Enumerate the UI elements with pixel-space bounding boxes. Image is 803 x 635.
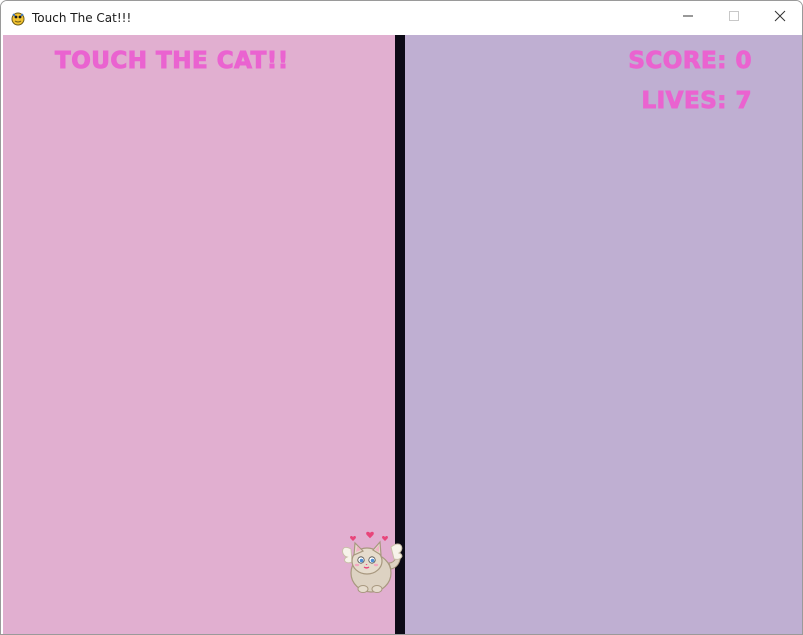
lives-value: 7 bbox=[735, 88, 752, 115]
close-button[interactable] bbox=[757, 1, 802, 34]
maximize-icon bbox=[728, 9, 740, 27]
right-panel[interactable] bbox=[405, 35, 802, 634]
score-display: SCORE: 0 bbox=[628, 48, 752, 75]
window-title: Touch The Cat!!! bbox=[32, 11, 132, 25]
pygame-snake-icon bbox=[10, 10, 26, 26]
winged-cat-with-hearts-icon[interactable] bbox=[339, 529, 407, 597]
maximize-button[interactable] bbox=[711, 1, 757, 34]
lives-display: LIVES: 7 bbox=[641, 88, 752, 115]
game-window: Touch The Cat!!! TOUCH THE CAT!! SCORE: … bbox=[0, 0, 803, 635]
lives-label: LIVES: bbox=[641, 88, 727, 115]
score-label: SCORE: bbox=[628, 48, 727, 75]
score-value: 0 bbox=[735, 48, 752, 75]
close-icon bbox=[774, 9, 786, 27]
title-bar[interactable]: Touch The Cat!!! bbox=[1, 1, 802, 34]
minimize-button[interactable] bbox=[665, 1, 711, 34]
game-canvas[interactable]: TOUCH THE CAT!! SCORE: 0 LIVES: 7 bbox=[3, 35, 802, 634]
game-title: TOUCH THE CAT!! bbox=[55, 48, 289, 75]
left-panel[interactable] bbox=[3, 35, 395, 634]
minimize-icon bbox=[682, 9, 694, 27]
